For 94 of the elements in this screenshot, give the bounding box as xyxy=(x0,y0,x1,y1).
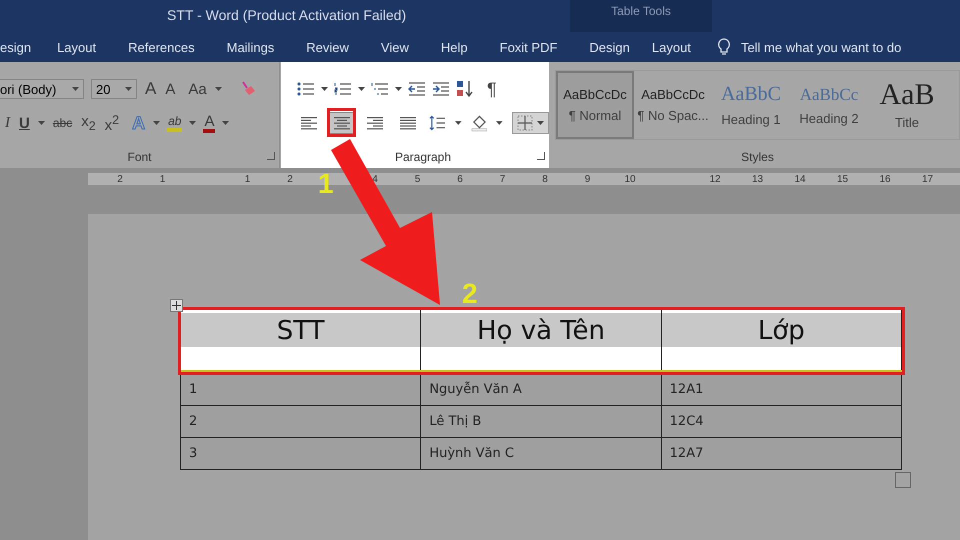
borders-icon[interactable] xyxy=(517,115,533,131)
align-center-button[interactable] xyxy=(330,113,354,133)
ruler-number: 10 xyxy=(624,174,636,184)
ruler-number: 15 xyxy=(836,174,848,184)
superscript-button[interactable]: x$^{2}$ xyxy=(104,112,120,134)
caret-icon[interactable] xyxy=(454,121,462,125)
ruler-number: 4 xyxy=(371,174,379,184)
caret-icon[interactable] xyxy=(496,121,503,125)
table-resize-handle-icon[interactable] xyxy=(895,472,911,488)
table-cell: 3 xyxy=(180,438,421,470)
dialog-launcher-icon[interactable] xyxy=(537,152,545,160)
line-spacing-icon[interactable] xyxy=(429,115,446,131)
ribbon-tab[interactable]: Review xyxy=(306,36,349,58)
font-color-button[interactable]: A xyxy=(203,114,216,132)
ruler-number: 7 xyxy=(498,174,506,184)
caret-icon[interactable] xyxy=(537,121,544,125)
caret-icon[interactable] xyxy=(72,87,79,91)
ruler-number: 5 xyxy=(414,174,422,184)
column-header: Lớp xyxy=(661,310,902,372)
table-cell: 12C4 xyxy=(661,406,902,438)
ruler-number: 17 xyxy=(922,174,934,184)
table-cell: 1 xyxy=(180,372,421,406)
dialog-launcher-icon[interactable] xyxy=(267,152,275,160)
ruler-number: 6 xyxy=(456,174,464,184)
ribbon-tab[interactable]: Design xyxy=(589,36,630,58)
caret-icon[interactable] xyxy=(321,87,328,91)
style-tile[interactable]: AaB Title xyxy=(868,71,946,139)
highlight-frame xyxy=(327,108,356,137)
font-size-dropdown[interactable]: 20 xyxy=(91,79,137,99)
group-label: Styles xyxy=(741,150,774,164)
table-move-handle-icon[interactable] xyxy=(170,299,183,312)
multilevel-list-icon[interactable] xyxy=(371,82,389,96)
style-tile[interactable]: AaBbCc Heading 2 xyxy=(790,71,868,139)
font-name-dropdown[interactable]: ori (Body) xyxy=(0,79,84,99)
style-tile[interactable]: AaBbCcDc ¶ No Spac... xyxy=(634,71,712,139)
group-label: Font xyxy=(127,150,152,164)
ribbon-tab[interactable]: Layout xyxy=(652,36,691,58)
caret-icon[interactable] xyxy=(153,121,160,125)
table-cell: Nguyễn Văn A xyxy=(420,372,662,406)
shrink-font-button[interactable]: A xyxy=(164,80,176,98)
lightbulb-icon[interactable] xyxy=(716,38,731,56)
caret-icon[interactable] xyxy=(214,87,222,91)
ruler-number: 8 xyxy=(541,174,549,184)
sort-icon[interactable] xyxy=(456,80,474,98)
subscript-button[interactable]: x$_{2}$ xyxy=(80,113,97,133)
ruler-number: 1 xyxy=(158,174,166,184)
decrease-indent-icon[interactable] xyxy=(408,82,426,96)
caret-icon[interactable] xyxy=(358,87,365,91)
ruler-number: 2 xyxy=(116,174,124,184)
column-header: Họ và Tên xyxy=(420,310,662,372)
italic-button[interactable]: I xyxy=(4,114,11,132)
increase-indent-icon[interactable] xyxy=(432,82,450,96)
table-cell: Huỳnh Văn C xyxy=(420,438,662,470)
ribbon-tab[interactable]: esign xyxy=(0,36,32,58)
highlight-button[interactable]: ab xyxy=(167,114,182,132)
caret-icon[interactable] xyxy=(222,121,230,125)
ruler-number: 16 xyxy=(879,174,891,184)
show-marks-button[interactable]: ¶ xyxy=(486,78,498,100)
caret-icon[interactable] xyxy=(38,121,45,125)
numbering-icon[interactable] xyxy=(334,82,352,96)
ribbon-tab[interactable]: Help xyxy=(440,36,468,58)
underline-button[interactable]: U xyxy=(18,114,31,132)
bullets-icon[interactable] xyxy=(297,82,315,96)
ruler-number: 14 xyxy=(794,174,806,184)
strikethrough-button[interactable]: abc xyxy=(52,116,74,130)
ruler-number: 9 xyxy=(584,174,592,184)
ribbon-tab[interactable]: Mailings xyxy=(226,36,274,58)
ruler-number: 12 xyxy=(709,174,721,184)
column-header: STT xyxy=(180,310,421,372)
ribbon-tab[interactable]: View xyxy=(380,36,409,58)
ribbon-tab[interactable]: Foxit PDF xyxy=(500,36,558,58)
group-label: Paragraph xyxy=(394,150,452,164)
table-cell: 12A7 xyxy=(661,438,902,470)
paint-bucket-icon[interactable] xyxy=(470,114,488,132)
ruler-number: 2 xyxy=(286,174,294,184)
ribbon-tab[interactable]: Layout xyxy=(57,36,96,58)
step-number: 2 xyxy=(462,278,478,310)
tell-me-field[interactable]: Tell me what you want to do xyxy=(740,40,902,54)
caret-icon[interactable] xyxy=(395,87,402,91)
caret-icon[interactable] xyxy=(125,87,132,91)
table-cell: Lê Thị B xyxy=(420,406,662,438)
style-tile[interactable]: AaBbCcDc ¶ Normal xyxy=(556,71,634,139)
change-case-button[interactable]: Aa xyxy=(187,80,208,98)
grow-font-button[interactable]: A xyxy=(144,79,158,99)
ribbon-tab[interactable]: References xyxy=(128,36,195,58)
context-group-title: Table Tools xyxy=(611,4,671,19)
table-cell: 2 xyxy=(180,406,421,438)
ruler-number: 13 xyxy=(752,174,764,184)
step-number: 1 xyxy=(318,168,334,200)
table-cell: 12A1 xyxy=(661,372,902,406)
caret-icon[interactable] xyxy=(189,121,196,125)
style-tile[interactable]: AaBbC Heading 1 xyxy=(712,71,790,139)
ruler-number: 1 xyxy=(244,174,252,184)
window-title: STT - Word (Product Activation Failed) xyxy=(167,7,406,25)
